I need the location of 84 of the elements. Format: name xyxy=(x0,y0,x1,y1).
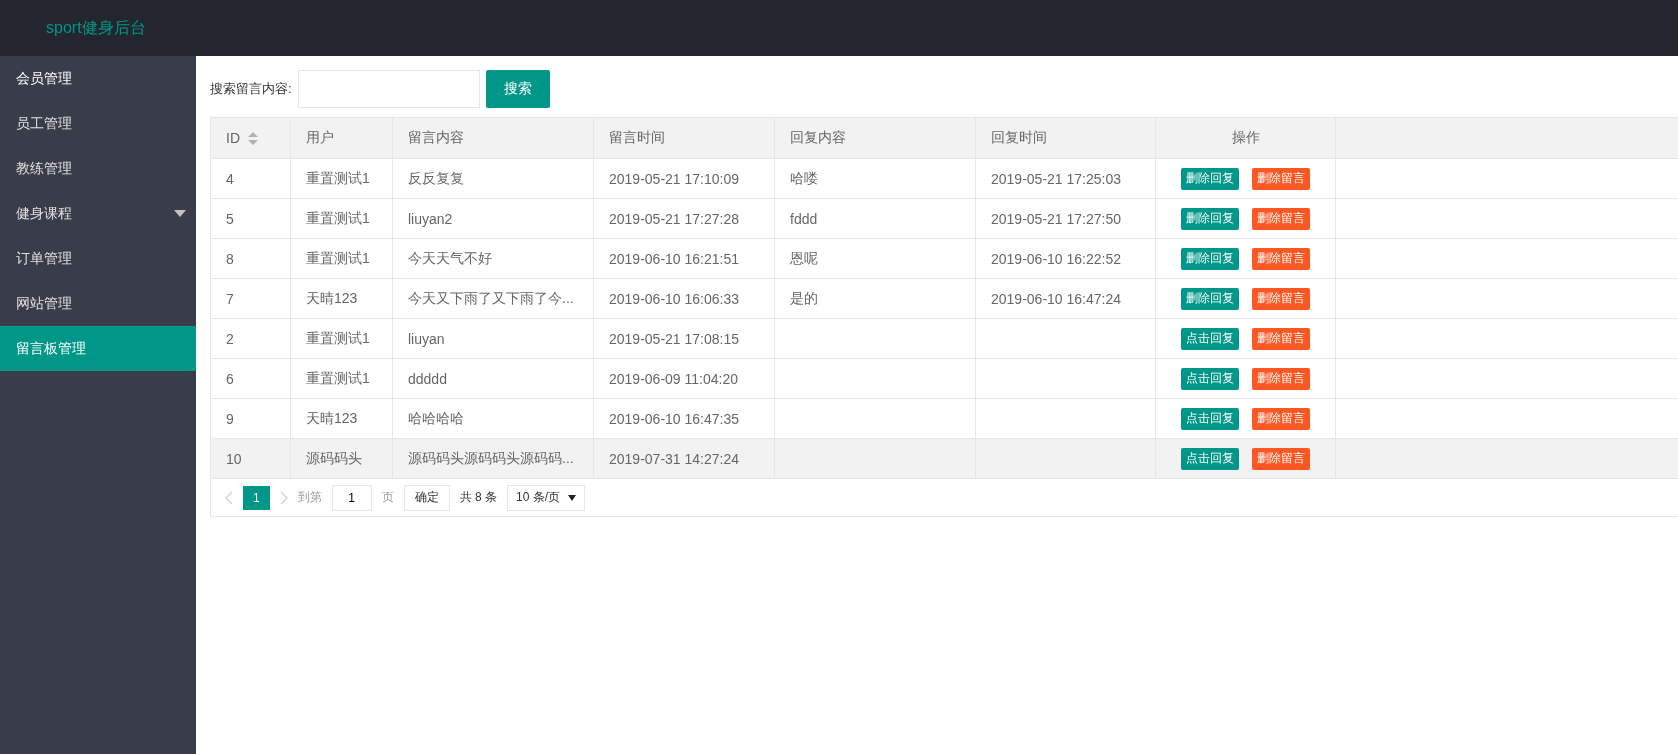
action-button[interactable]: 点击回复 xyxy=(1181,327,1239,350)
table-cell: 2019-05-21 17:08:15 xyxy=(609,330,739,347)
sidebar-item[interactable]: 教练管理 xyxy=(0,146,196,191)
table-cell: 5 xyxy=(226,210,234,227)
table-cell: 重置测试1 xyxy=(306,329,370,348)
goto-label: 到第 xyxy=(297,489,322,506)
table-cell: 今天又下雨了又下雨了今... xyxy=(408,289,574,308)
table-cell: 哈喽 xyxy=(790,169,818,188)
column-header: 用户 xyxy=(306,129,334,147)
table-cell: 重置测试1 xyxy=(306,249,370,268)
table-cell: 7 xyxy=(226,290,234,307)
table-cell: 10 xyxy=(226,450,242,467)
action-button[interactable]: 删除留言 xyxy=(1252,327,1310,350)
table-cell: 2019-06-09 11:04:20 xyxy=(609,370,738,387)
table-cell: 哈哈哈哈 xyxy=(408,409,464,428)
table-cell: 2019-06-10 16:21:51 xyxy=(609,250,739,267)
sidebar-item[interactable]: 留言板管理 xyxy=(0,326,196,371)
table-cell: 2019-06-10 16:47:35 xyxy=(609,410,739,427)
page-button[interactable]: 1 xyxy=(243,485,270,510)
total-count: 共 8 条 xyxy=(459,489,498,506)
sidebar-item[interactable]: 网站管理 xyxy=(0,281,196,326)
table-cell: liuyan2 xyxy=(408,210,453,227)
table-cell: 2019-06-10 16:22:52 xyxy=(991,250,1121,267)
caret-down-icon xyxy=(174,210,186,217)
table-cell: 恩呢 xyxy=(790,249,818,268)
action-button[interactable]: 点击回复 xyxy=(1181,407,1239,430)
table-cell: 今天天气不好 xyxy=(408,249,492,268)
action-button[interactable]: 点击回复 xyxy=(1181,447,1239,470)
column-header: 回复内容 xyxy=(790,129,846,147)
table-cell: 2019-05-21 17:27:50 xyxy=(991,210,1121,227)
table-cell: 重置测试1 xyxy=(306,209,370,228)
table-cell: ddddd xyxy=(408,370,447,387)
sort-icon[interactable] xyxy=(248,131,258,145)
table-cell: 2019-05-21 17:27:28 xyxy=(609,210,739,227)
table-cell: 2019-07-31 14:27:24 xyxy=(609,450,739,467)
action-button[interactable]: 删除留言 xyxy=(1252,207,1310,230)
sidebar-item[interactable]: 订单管理 xyxy=(0,236,196,281)
table-cell: 源码码头 xyxy=(306,449,362,468)
action-button[interactable]: 删除回复 xyxy=(1181,167,1239,190)
action-button[interactable]: 删除留言 xyxy=(1252,247,1310,270)
table-cell: 重置测试1 xyxy=(306,369,370,388)
table-cell: 2 xyxy=(226,330,234,347)
column-header: 留言时间 xyxy=(609,129,665,147)
table-cell: 天晴123 xyxy=(306,289,358,308)
action-button[interactable]: 删除留言 xyxy=(1252,447,1310,470)
action-button[interactable]: 删除留言 xyxy=(1252,367,1310,390)
column-header: 操作 xyxy=(1231,129,1260,147)
search-label: 搜索留言内容: xyxy=(210,80,292,98)
table-cell: 2019-05-21 17:25:03 xyxy=(991,170,1121,187)
sidebar-item[interactable]: 会员管理 xyxy=(0,56,196,101)
column-header: 回复时间 xyxy=(991,129,1047,147)
app-title: sport健身后台 xyxy=(46,17,146,38)
search-button[interactable]: 搜索 xyxy=(485,70,550,108)
action-button[interactable]: 删除留言 xyxy=(1252,167,1310,190)
action-button[interactable]: 删除留言 xyxy=(1252,407,1310,430)
table-cell: 重置测试1 xyxy=(306,169,370,188)
column-header[interactable]: ID xyxy=(226,130,240,146)
table-cell: 6 xyxy=(226,370,234,387)
caret-down-icon xyxy=(568,494,577,501)
table-cell: liuyan xyxy=(408,330,445,347)
table-cell: 2019-06-10 16:47:24 xyxy=(991,290,1121,307)
sidebar-item[interactable]: 员工管理 xyxy=(0,101,196,146)
table-cell: 是的 xyxy=(790,289,818,308)
column-header: 留言内容 xyxy=(408,129,464,147)
action-button[interactable]: 删除留言 xyxy=(1252,287,1310,310)
search-field[interactable] xyxy=(297,70,480,108)
table-cell: 4 xyxy=(226,170,234,187)
page-number-field[interactable]: 1 xyxy=(331,484,372,511)
table-cell: 8 xyxy=(226,250,234,267)
page-unit-label: 页 xyxy=(381,489,394,506)
table-cell: 2019-06-10 16:06:33 xyxy=(609,290,739,307)
action-button[interactable]: 删除回复 xyxy=(1181,207,1239,230)
table-cell: 9 xyxy=(226,410,234,427)
action-button[interactable]: 删除回复 xyxy=(1181,287,1239,310)
action-button[interactable]: 删除回复 xyxy=(1181,247,1239,270)
table-cell: 源码码头源码码头源码码... xyxy=(408,449,574,468)
sidebar-item[interactable]: 健身课程 xyxy=(0,191,196,236)
confirm-button[interactable]: 确定 xyxy=(403,484,450,511)
table-cell: fddd xyxy=(790,210,818,227)
table-cell: 天晴123 xyxy=(306,409,358,428)
table-cell: 2019-05-21 17:10:09 xyxy=(609,170,739,187)
table-cell: 反反复复 xyxy=(408,169,464,188)
action-button[interactable]: 点击回复 xyxy=(1181,367,1239,390)
page-size-select[interactable]: 10 条/页 xyxy=(507,484,586,511)
